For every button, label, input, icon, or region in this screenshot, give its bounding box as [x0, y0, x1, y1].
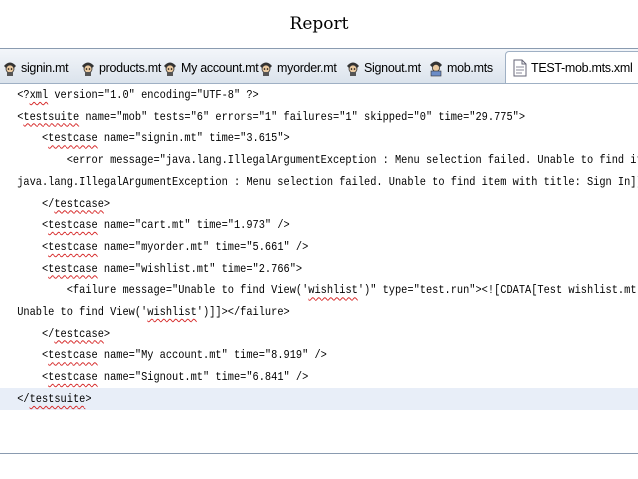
tab-test-mob-mts-xml[interactable]: TEST-mob.mts.xml✕: [505, 51, 638, 83]
tab-products-mt[interactable]: products.mt: [80, 54, 161, 82]
code-token: name="Signout.mt" time="6.841" />: [97, 370, 309, 385]
code-token: name="mob" tests="6" errors="1" failures…: [79, 109, 526, 124]
code-token-flagged: xml: [29, 88, 49, 102]
code-token: name="cart.mt" time="1.973" />: [97, 218, 290, 233]
code-line: <testsuite name="mob" tests="6" errors="…: [0, 106, 525, 128]
code-line: <testcase name="signin.mt" time="3.615">: [0, 127, 290, 149]
slide-title: Report: [289, 14, 349, 34]
code-token-flagged: testcase: [48, 370, 98, 385]
tab-label: myorder.mt: [277, 61, 337, 75]
code-token: java.lang.IllegalArgumentException : Men…: [17, 174, 638, 189]
xml-file-icon: [512, 59, 528, 77]
code-token-flagged: wishlist: [308, 283, 358, 298]
code-line: <testcase name="My account.mt" time="8.9…: [0, 344, 327, 366]
code-token: </: [17, 326, 55, 341]
code-token: ')" type="test.run"><![CDATA[Test wishli…: [357, 283, 638, 298]
code-token: name="myorder.mt" time="5.661" />: [97, 239, 309, 254]
code-line: <?xml version="1.0" encoding="UTF-8" ?>: [0, 84, 259, 106]
test-script-icon: [2, 59, 18, 77]
code-token: <failure message="Unable to find View(': [17, 283, 309, 298]
test-script-icon: [345, 59, 361, 77]
code-token: <: [17, 348, 49, 363]
code-token-flagged: testcase: [48, 218, 98, 233]
code-token: name="signin.mt" time="3.615">: [97, 131, 290, 146]
code-line: </testcase>: [0, 193, 110, 215]
code-token-flagged: testcase: [48, 261, 98, 276]
code-token: Unable to find View(': [17, 305, 148, 319]
code-line: <testcase name="wishlist.mt" time="2.766…: [0, 258, 302, 280]
code-line: java.lang.IllegalArgumentException : Men…: [0, 171, 638, 193]
code-token-flagged: testcase: [48, 239, 98, 254]
code-token-flagged: testcase: [54, 326, 104, 341]
tab-signout-mt[interactable]: Signout.mt: [345, 54, 421, 82]
test-script-icon: [258, 59, 274, 77]
code-token: <: [17, 370, 49, 385]
tab-my-account-mt[interactable]: My account.mt: [162, 54, 259, 82]
code-token-flagged: testsuite: [29, 391, 86, 406]
tab-label: products.mt: [99, 61, 162, 75]
code-token-flagged: testsuite: [23, 109, 80, 124]
tab-mob-mts[interactable]: mob.mts: [428, 54, 493, 82]
tab-label: signin.mt: [21, 61, 69, 75]
code-line: </testsuite>: [0, 387, 638, 410]
code-token: >: [85, 391, 92, 406]
code-token: >: [103, 326, 111, 341]
code-token: <: [17, 239, 49, 254]
test-script-icon: [80, 59, 96, 77]
code-line: <error message="java.lang.IllegalArgumen…: [0, 149, 638, 171]
tab-label: My account.mt: [181, 61, 259, 75]
code-token: ')]]></failure>: [196, 305, 290, 319]
tab-label: mob.mts: [447, 61, 493, 75]
code-token-flagged: testcase: [54, 196, 104, 211]
code-token: name="My account.mt" time="8.919" />: [97, 348, 327, 363]
tab-label: TEST-mob.mts.xml: [531, 61, 633, 75]
code-token: </: [17, 196, 55, 211]
editor-tab-bar: signin.mt products.mt My account.mt myorder…: [0, 49, 638, 84]
code-token: <error message="java.lang.IllegalArgumen…: [17, 153, 638, 168]
code-line: <failure message="Unable to find View('w…: [0, 279, 638, 301]
code-token-flagged: testcase: [48, 131, 98, 146]
code-token: <: [17, 261, 49, 276]
code-token: name="wishlist.mt" time="2.766">: [97, 261, 303, 276]
code-token: <?: [17, 88, 30, 102]
xml-editor-window: signin.mt products.mt My account.mt myorder…: [0, 48, 638, 454]
code-line: Unable to find View('wishlist')]]></fail…: [0, 301, 290, 323]
code-token: version="1.0" encoding="UTF-8" ?>: [48, 88, 259, 102]
code-token: </: [17, 391, 30, 406]
test-script-icon: [162, 59, 178, 77]
code-line: <testcase name="myorder.mt" time="5.661"…: [0, 236, 308, 258]
code-line: <testcase name="cart.mt" time="1.973" />: [0, 214, 290, 236]
test-suite-icon: [428, 59, 444, 77]
code-token: <: [17, 218, 49, 233]
code-token-flagged: testcase: [48, 348, 98, 363]
code-line: <testcase name="Signout.mt" time="6.841"…: [0, 366, 308, 388]
code-token: >: [103, 196, 111, 211]
code-line: </testcase>: [0, 323, 110, 345]
tab-myorder-mt[interactable]: myorder.mt: [258, 54, 337, 82]
code-token-flagged: wishlist: [147, 305, 197, 319]
code-token: <: [17, 131, 49, 146]
tab-label: Signout.mt: [364, 61, 421, 75]
tab-signin-mt[interactable]: signin.mt: [2, 54, 69, 82]
